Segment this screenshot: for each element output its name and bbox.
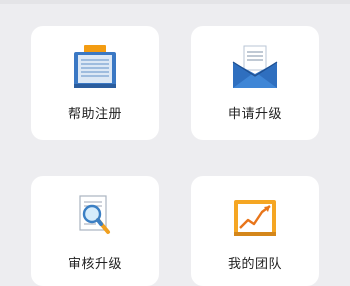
envelope-icon (230, 44, 280, 90)
menu-card-label: 申请升级 (227, 107, 282, 122)
register-book-icon (70, 44, 120, 90)
menu-card-label: 我的团队 (227, 257, 282, 272)
menu-card-label: 审核升级 (67, 257, 122, 272)
top-bar-edge (0, 0, 350, 4)
growth-chart-folder-icon (230, 194, 280, 240)
menu-card-label: 帮助注册 (67, 107, 122, 122)
menu-card-my-team[interactable]: 我的团队 (191, 176, 319, 286)
menu-card-help-register[interactable]: 帮助注册 (31, 26, 159, 140)
magnifier-document-icon (70, 194, 120, 240)
menu-card-review-upgrade[interactable]: 审核升级 (31, 176, 159, 286)
menu-card-apply-upgrade[interactable]: 申请升级 (191, 26, 319, 140)
